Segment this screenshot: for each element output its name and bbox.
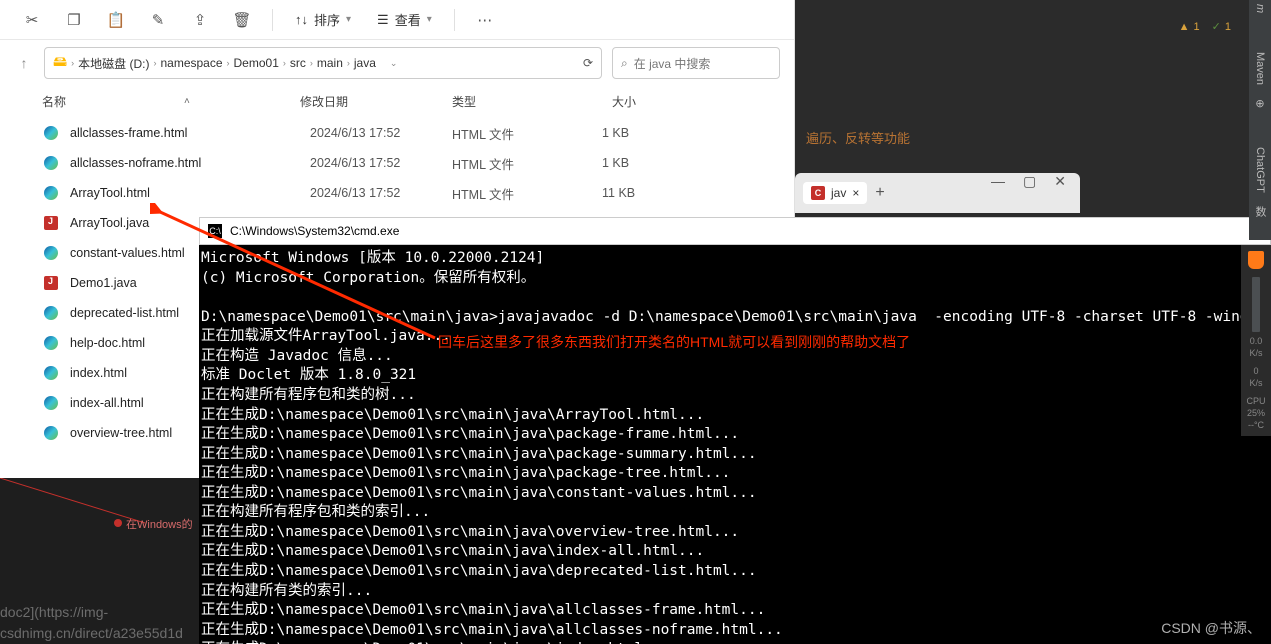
- column-headers[interactable]: 名称˄ 修改日期 类型 大小: [0, 86, 794, 116]
- tab-close[interactable]: ×: [852, 186, 859, 200]
- maximize-button[interactable]: ▢: [1023, 173, 1036, 190]
- new-tab-button[interactable]: +: [875, 184, 884, 202]
- file-row[interactable]: ArrayTool.html2024/6/13 17:52HTML 文件11 K…: [0, 178, 794, 208]
- new-icon[interactable]: ✂: [14, 6, 50, 34]
- edge-icon: [44, 126, 58, 140]
- sort-indicator-icon: ˄: [184, 96, 190, 107]
- file-name: ArrayTool.html: [70, 186, 310, 200]
- cmd-icon: C:\: [208, 224, 222, 238]
- status-text: 在Windows的: [126, 516, 193, 532]
- minimize-button[interactable]: —: [991, 173, 1005, 190]
- chatgpt-label[interactable]: ChatGPT: [1254, 147, 1266, 193]
- cmd-output[interactable]: Microsoft Windows [版本 10.0.22000.2124] (…: [199, 245, 1271, 644]
- file-type: HTML 文件: [452, 124, 602, 143]
- resource-meters: 0.0 K/s 0 K/s CPU 25% --°C: [1241, 245, 1271, 436]
- sort-dropdown[interactable]: ↑↓排序▾: [285, 6, 361, 34]
- db-tab[interactable]: 数: [1252, 206, 1268, 240]
- drive-icon: 🖴: [53, 51, 67, 75]
- java-icon: [44, 276, 58, 290]
- maven-label[interactable]: Maven: [1254, 52, 1266, 86]
- shield-icon: [1248, 251, 1264, 269]
- paste-icon[interactable]: 📋: [98, 6, 134, 34]
- up-arrow-icon[interactable]: ↑: [14, 53, 34, 73]
- edge-icon: [44, 336, 58, 350]
- edge-icon: [44, 396, 58, 410]
- explorer-addressbar: ↑ 🖴 › 本地磁盘 (D:)› namespace› Demo01› src›…: [0, 40, 794, 86]
- cmd-window: C:\ C:\Windows\System32\cmd.exe Microsof…: [199, 217, 1271, 644]
- copy-icon[interactable]: ❐: [56, 6, 92, 34]
- file-size: 1 KB: [602, 126, 702, 140]
- explorer-toolbar: ✂ ❐ 📋 ✎ ⇪ 🗑 ↑↓排序▾ ☰查看▾ ⋯: [0, 0, 794, 40]
- share-icon[interactable]: ⇪: [182, 6, 218, 34]
- file-date: 2024/6/13 17:52: [310, 126, 452, 140]
- watermark-left: doc2](https://img- csdnimg.cn/direct/a23…: [0, 602, 183, 644]
- close-button[interactable]: ✕: [1054, 173, 1066, 190]
- delete-icon[interactable]: 🗑: [224, 6, 260, 34]
- edge-icon: [44, 306, 58, 320]
- maven-tab[interactable]: m: [1254, 4, 1266, 38]
- watermark-right: CSDN @书源、: [1161, 618, 1261, 638]
- search-icon: ⌕: [621, 56, 628, 71]
- ide-warnings-badge[interactable]: ▲1 ✓1: [1179, 20, 1231, 33]
- file-size: 11 KB: [602, 186, 702, 200]
- browser-tab[interactable]: C jav ×: [803, 182, 867, 204]
- view-dropdown[interactable]: ☰查看▾: [367, 6, 442, 34]
- browser-tab-strip: C jav × + — ▢ ✕: [795, 173, 1080, 213]
- file-date: 2024/6/13 17:52: [310, 156, 452, 170]
- ide-right-sidebar: m Maven ⊕ ChatGPT 数: [1249, 0, 1271, 240]
- status-dot-icon: [114, 519, 122, 527]
- cmd-titlebar[interactable]: C:\ C:\Windows\System32\cmd.exe: [199, 217, 1271, 245]
- file-type: HTML 文件: [452, 184, 602, 203]
- breadcrumb-dropdown[interactable]: ⌄: [390, 58, 398, 69]
- edge-icon: [44, 426, 58, 440]
- chatgpt-tab[interactable]: ⊕: [1254, 99, 1267, 133]
- more-icon[interactable]: ⋯: [467, 6, 503, 34]
- edge-icon: [44, 156, 58, 170]
- search-input[interactable]: ⌕ 在 java 中搜索: [612, 47, 780, 79]
- ide-hint-text: 遍历、反转等功能: [806, 128, 910, 147]
- file-row[interactable]: allclasses-frame.html2024/6/13 17:52HTML…: [0, 118, 794, 148]
- file-date: 2024/6/13 17:52: [310, 186, 452, 200]
- java-icon: [44, 216, 58, 230]
- file-name: allclasses-noframe.html: [70, 156, 310, 170]
- refresh-icon[interactable]: ⟳: [583, 56, 593, 70]
- breadcrumb[interactable]: 🖴 › 本地磁盘 (D:)› namespace› Demo01› src› m…: [44, 47, 602, 79]
- csdn-icon: C: [811, 186, 825, 200]
- file-row[interactable]: allclasses-noframe.html2024/6/13 17:52HT…: [0, 148, 794, 178]
- edge-icon: [44, 246, 58, 260]
- file-name: allclasses-frame.html: [70, 126, 310, 140]
- file-type: HTML 文件: [452, 154, 602, 173]
- rename-icon[interactable]: ✎: [140, 6, 176, 34]
- edge-icon: [44, 186, 58, 200]
- edge-icon: [44, 366, 58, 380]
- file-size: 1 KB: [602, 156, 702, 170]
